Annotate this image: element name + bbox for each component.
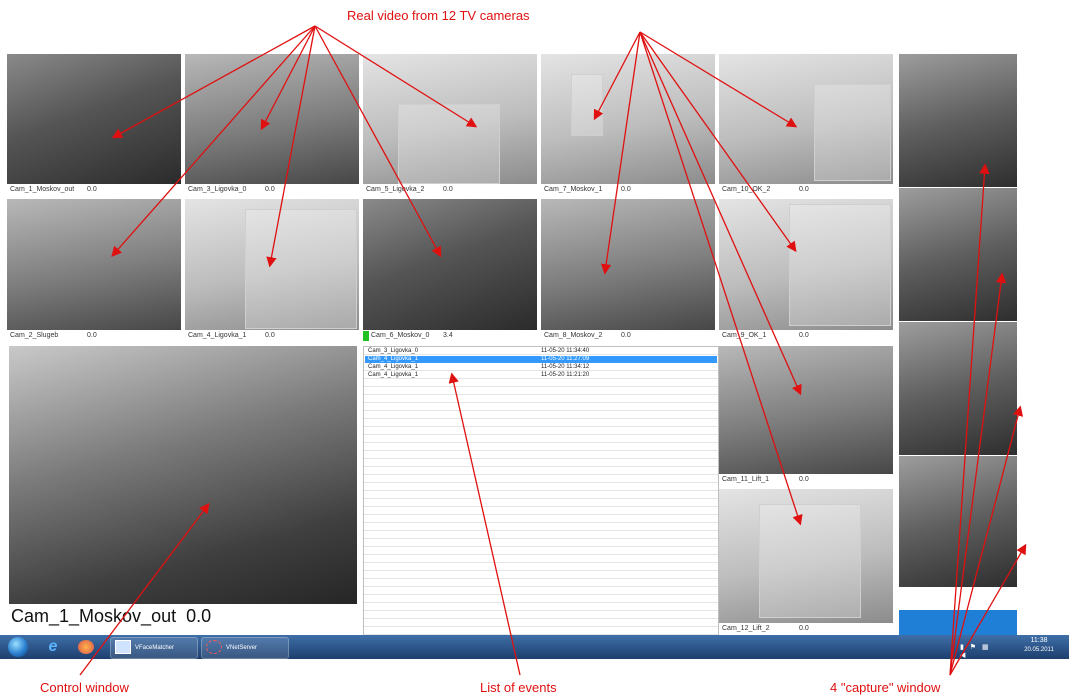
annotation-arrows	[79, 25, 1027, 676]
